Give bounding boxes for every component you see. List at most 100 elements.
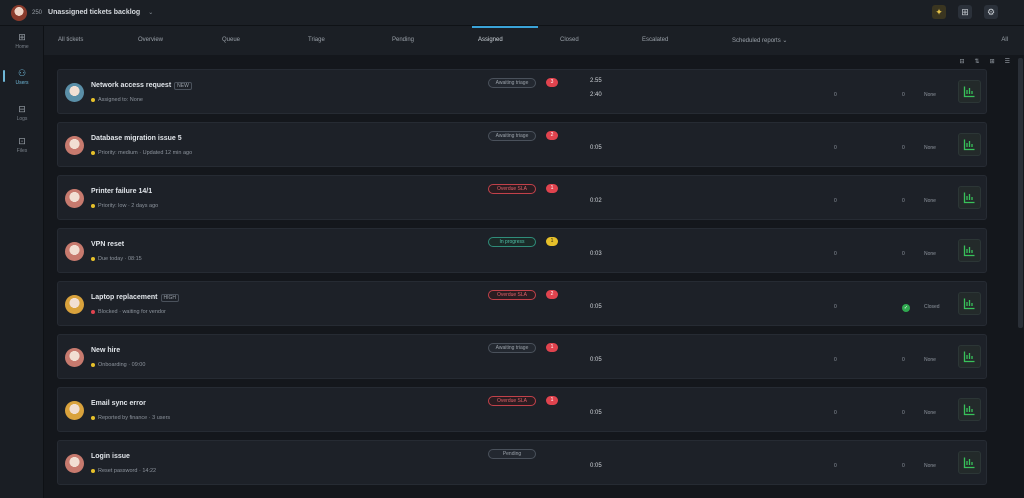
ticket-meta-text: Blocked · waiting for vendor bbox=[98, 309, 166, 315]
ticket-row[interactable]: VPN reset Due today · 08:15 In progress 1 0:… bbox=[57, 228, 987, 273]
chart-icon bbox=[963, 351, 975, 363]
tab-closed[interactable]: Closed bbox=[560, 37, 579, 43]
status-badge[interactable]: Overdue SLA bbox=[488, 290, 536, 300]
ticket-row[interactable]: Email sync error Reported by finance · 3 … bbox=[57, 387, 987, 432]
user-avatar[interactable] bbox=[11, 4, 27, 21]
avatar bbox=[65, 295, 84, 314]
open-ticket-button[interactable] bbox=[958, 80, 981, 103]
check-icon: ✓ bbox=[902, 304, 910, 312]
sidebar-item-users[interactable]: ⚇ Users bbox=[0, 68, 44, 86]
ticket-meta-text: Assigned to: None bbox=[98, 97, 143, 103]
ticket-meta: Onboarding · 09:00 bbox=[91, 362, 145, 368]
status-badge[interactable]: Overdue SLA bbox=[488, 184, 536, 194]
count-badge: 2 bbox=[546, 290, 558, 299]
status-dot bbox=[91, 468, 95, 473]
open-ticket-button[interactable] bbox=[958, 239, 981, 262]
tab-extra[interactable]: All bbox=[1001, 37, 1008, 43]
ticket-title-text: VPN reset bbox=[91, 241, 125, 248]
left-rail: ⊞ Home ⚇ Users ⊟ Logs ⊡ Files bbox=[0, 26, 44, 498]
grid-icon[interactable]: ⊞ bbox=[958, 5, 972, 19]
chart-icon bbox=[963, 86, 975, 98]
count-badge: 2 bbox=[546, 131, 558, 140]
status-badge[interactable]: Awaiting triage bbox=[488, 343, 536, 353]
avatar bbox=[65, 189, 84, 208]
ticket-row[interactable]: New hire Onboarding · 09:00 Awaiting triag… bbox=[57, 334, 987, 379]
status-badge[interactable]: Awaiting triage bbox=[488, 131, 536, 141]
chart-icon bbox=[963, 192, 975, 204]
response-time: 0:05 bbox=[590, 463, 602, 469]
tab-triage[interactable]: Triage bbox=[308, 37, 325, 43]
sort-icon[interactable]: ⇅ bbox=[975, 58, 980, 65]
open-ticket-button[interactable] bbox=[958, 398, 981, 421]
ticket-row[interactable]: Login issue Reset password · 14:22 Pending… bbox=[57, 440, 987, 485]
scrollbar[interactable] bbox=[1018, 58, 1023, 328]
ticket-meta-text: Reported by finance · 3 users bbox=[98, 415, 171, 421]
reopen-count: 0 bbox=[834, 304, 837, 310]
ticket-meta: Reset password · 14:22 bbox=[91, 468, 156, 474]
count-badge: 1 bbox=[546, 343, 558, 352]
ticket-title: New hire bbox=[91, 347, 120, 354]
open-ticket-button[interactable] bbox=[958, 133, 981, 156]
count-badge: 1 bbox=[546, 396, 558, 405]
settings-icon[interactable]: ⚙ bbox=[984, 5, 998, 19]
gift-icon[interactable]: ✦ bbox=[932, 5, 946, 19]
open-ticket-button[interactable] bbox=[958, 186, 981, 209]
open-ticket-button[interactable] bbox=[958, 451, 981, 474]
avatar bbox=[65, 83, 84, 102]
resolution-label: None bbox=[924, 198, 936, 204]
status-dot bbox=[91, 203, 95, 208]
tab-assigned[interactable]: Assigned bbox=[478, 37, 503, 43]
files-icon: ⊡ bbox=[18, 136, 26, 146]
status-badge[interactable]: Awaiting triage bbox=[488, 78, 536, 88]
ticket-meta: Priority: medium · Updated 12 min ago bbox=[91, 150, 192, 156]
status-dot bbox=[91, 309, 95, 314]
list-view-icon[interactable]: ☰ bbox=[1005, 58, 1010, 65]
tab-escalated[interactable]: Escalated bbox=[642, 37, 668, 43]
status-dot bbox=[91, 415, 95, 420]
status-dot bbox=[91, 256, 95, 261]
ticket-title-text: Network access request bbox=[91, 82, 172, 89]
tab-pending[interactable]: Pending bbox=[392, 37, 414, 43]
ticket-meta-text: Priority: medium · Updated 12 min ago bbox=[98, 150, 193, 156]
open-ticket-button[interactable] bbox=[958, 292, 981, 315]
grid-view-icon[interactable]: ⊞ bbox=[990, 58, 995, 65]
top-actions: ✦ ⊞ ⚙ bbox=[932, 5, 998, 19]
resolution-flag: ✓ bbox=[902, 304, 910, 312]
ticket-row[interactable]: Network access request NEW Assigned to: No… bbox=[57, 69, 987, 114]
tab-overview[interactable]: Overview bbox=[138, 37, 163, 43]
status-badge[interactable]: In progress bbox=[488, 237, 536, 247]
sidebar-item-files[interactable]: ⊡ Files bbox=[0, 136, 44, 154]
response-time: 0:05 bbox=[590, 145, 602, 151]
ticket-meta: Due today · 08:15 bbox=[91, 256, 142, 262]
sidebar-item-home[interactable]: ⊞ Home bbox=[0, 32, 44, 50]
ticket-title-text: Email sync error bbox=[91, 400, 146, 407]
active-tab-indicator bbox=[472, 26, 538, 28]
ticket-row[interactable]: Laptop replacement HIGH Blocked · waiting … bbox=[57, 281, 987, 326]
ticket-title-text: Database migration issue 5 bbox=[91, 135, 182, 142]
sidebar-item-logs[interactable]: ⊟ Logs bbox=[0, 104, 44, 122]
ticket-meta-text: Reset password · 14:22 bbox=[98, 468, 157, 474]
tab-scheduled-reports[interactable]: Scheduled reports ⌄ bbox=[732, 37, 787, 44]
ticket-title-text: Printer failure 14/1 bbox=[91, 188, 153, 195]
reopen-count: 0 bbox=[834, 357, 837, 363]
status-badge[interactable]: Pending bbox=[488, 449, 536, 459]
elapsed-time: 2.55 bbox=[590, 78, 602, 84]
count-badge: 1 bbox=[546, 184, 558, 193]
sidebar-item-label: Users bbox=[15, 80, 29, 86]
ticket-row[interactable]: Printer failure 14/1 Priority: low · 2 da… bbox=[57, 175, 987, 220]
ticket-title: Database migration issue 5 bbox=[91, 135, 182, 142]
chevron-down-icon[interactable]: ⌄ bbox=[148, 9, 153, 16]
resolution-label: None bbox=[924, 463, 936, 469]
status-badge[interactable]: Overdue SLA bbox=[488, 396, 536, 406]
ticket-row[interactable]: Database migration issue 5 Priority: medi… bbox=[57, 122, 987, 167]
resolution-label: None bbox=[924, 145, 936, 151]
response-time: 0:02 bbox=[590, 198, 602, 204]
filter-icon[interactable]: ⊟ bbox=[960, 58, 965, 65]
tab-all-tickets[interactable]: All tickets bbox=[58, 37, 83, 43]
user-id: 250 bbox=[32, 9, 43, 16]
response-time: 0:05 bbox=[590, 357, 602, 363]
open-ticket-button[interactable] bbox=[958, 345, 981, 368]
tab-queue[interactable]: Queue bbox=[222, 37, 240, 43]
ticket-title: Email sync error bbox=[91, 400, 146, 407]
tab-bar: All All tickets Overview Queue Triage Pendin… bbox=[44, 26, 1024, 55]
